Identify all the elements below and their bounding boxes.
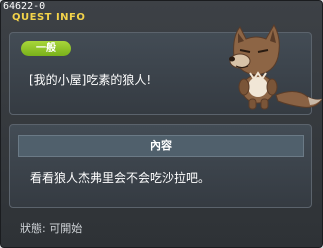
- quest-status: 狀態: 可開始: [20, 222, 83, 235]
- window-title: QUEST INFO: [12, 12, 86, 23]
- quest-content-panel: 內容 看看狼人杰弗里会不会吃沙拉吧。: [9, 124, 312, 208]
- content-text: 看看狼人杰弗里会不会吃沙拉吧。: [30, 171, 211, 185]
- quest-category-badge: 一般: [21, 41, 71, 56]
- wolf-npc-icon: [229, 23, 322, 110]
- quest-name: [我的小屋]吃素的狼人!: [29, 73, 152, 87]
- quest-info-window: 64622-0 QUEST INFO 一般 [我的小屋]吃素的狼人! 內容 看看…: [0, 0, 323, 248]
- content-header: 內容: [18, 135, 304, 157]
